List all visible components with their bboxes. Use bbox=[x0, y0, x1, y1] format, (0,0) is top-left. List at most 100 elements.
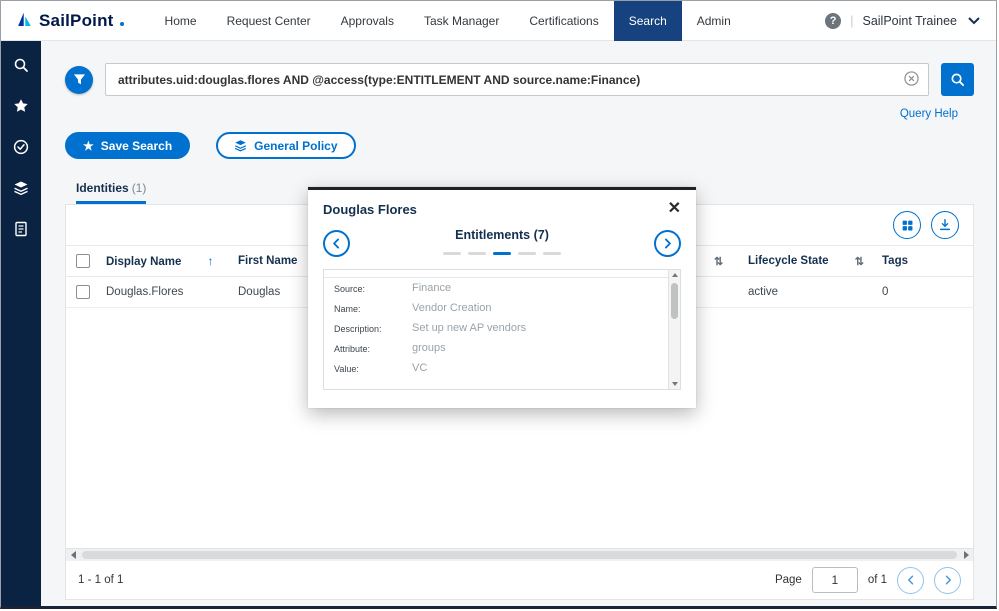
vertical-scrollbar[interactable] bbox=[668, 270, 680, 389]
divider: | bbox=[850, 13, 853, 28]
main-content: Query Help ★ Save Search General Policy … bbox=[41, 41, 996, 606]
chevron-right-icon bbox=[942, 574, 954, 586]
sort-asc-icon[interactable]: ↑ bbox=[207, 254, 213, 268]
save-search-label: Save Search bbox=[101, 139, 172, 153]
nav-item-approvals[interactable]: Approvals bbox=[326, 1, 409, 41]
filter-button[interactable] bbox=[65, 66, 93, 94]
horizontal-scrollbar[interactable] bbox=[66, 548, 973, 561]
col-first-name[interactable]: First Name bbox=[238, 255, 297, 267]
chevron-left-icon bbox=[330, 237, 343, 250]
download-icon bbox=[938, 218, 952, 232]
search-submit-button[interactable] bbox=[941, 63, 974, 96]
field-label: Description: bbox=[334, 322, 412, 334]
col-lifecycle-state[interactable]: Lifecycle State bbox=[748, 255, 829, 267]
field-attribute: Attribute: groups bbox=[334, 342, 654, 354]
scroll-left-icon[interactable] bbox=[66, 549, 80, 561]
user-menu-label[interactable]: SailPoint Trainee bbox=[862, 14, 957, 28]
report-icon[interactable] bbox=[13, 220, 30, 237]
identity-detail-modal: Douglas Flores ✕ Entitlements (7) bbox=[308, 187, 696, 408]
search-input-wrap bbox=[105, 63, 929, 96]
nav-item-request-center[interactable]: Request Center bbox=[212, 1, 326, 41]
sort-icon[interactable]: ⇅ bbox=[855, 255, 864, 268]
carousel-prev-button[interactable] bbox=[323, 230, 350, 257]
field-name: Name: Vendor Creation bbox=[334, 302, 654, 314]
user-area: ? | SailPoint Trainee bbox=[825, 13, 996, 29]
tab-identities[interactable]: Identities(1) bbox=[76, 181, 146, 204]
modal-header: Douglas Flores ✕ bbox=[323, 201, 681, 217]
funnel-icon bbox=[73, 73, 86, 86]
field-value: groups bbox=[412, 342, 446, 354]
page-of-label: of 1 bbox=[868, 574, 887, 586]
carousel-dot-active[interactable] bbox=[493, 252, 511, 255]
scroll-down-icon[interactable] bbox=[672, 382, 678, 386]
scroll-up-icon[interactable] bbox=[672, 273, 678, 277]
vertical-scroll-thumb[interactable] bbox=[671, 283, 678, 319]
sort-icon[interactable]: ⇅ bbox=[714, 256, 723, 268]
carousel-dot[interactable] bbox=[543, 252, 561, 255]
chevron-down-icon[interactable] bbox=[968, 17, 980, 25]
nav-item-task-manager[interactable]: Task Manager bbox=[409, 1, 514, 41]
app-window: SailPoint Home Request Center Approvals … bbox=[0, 0, 997, 609]
horizontal-scroll-thumb[interactable] bbox=[82, 551, 957, 559]
nav-item-admin[interactable]: Admin bbox=[682, 1, 746, 41]
section-title: Entitlements (7) bbox=[455, 228, 549, 242]
result-range: 1 - 1 of 1 bbox=[78, 574, 123, 586]
clear-search-icon[interactable] bbox=[904, 71, 919, 91]
save-search-button[interactable]: ★ Save Search bbox=[65, 132, 190, 159]
download-button[interactable] bbox=[931, 211, 959, 239]
logo-dot bbox=[120, 22, 124, 26]
magnifier-icon bbox=[950, 72, 965, 87]
star-icon[interactable] bbox=[13, 97, 30, 114]
field-label: Value: bbox=[334, 362, 412, 374]
columns-button[interactable] bbox=[893, 211, 921, 239]
field-label: Name: bbox=[334, 302, 412, 314]
layers-icon[interactable] bbox=[13, 179, 30, 196]
chevron-left-icon bbox=[905, 574, 917, 586]
table-footer: 1 - 1 of 1 Page of 1 bbox=[66, 561, 973, 599]
carousel-dot[interactable] bbox=[468, 252, 486, 255]
chevron-right-icon bbox=[661, 237, 674, 250]
select-all-checkbox[interactable] bbox=[76, 254, 90, 268]
next-page-button[interactable] bbox=[934, 567, 961, 594]
general-policy-label: General Policy bbox=[254, 139, 337, 153]
row-checkbox[interactable] bbox=[76, 285, 90, 299]
field-value: Vendor Creation bbox=[412, 302, 492, 314]
main-nav: Home Request Center Approvals Task Manag… bbox=[150, 1, 746, 41]
prev-page-button[interactable] bbox=[897, 567, 924, 594]
field-value: Finance bbox=[412, 282, 451, 294]
search-bar bbox=[65, 63, 974, 96]
carousel-next-button[interactable] bbox=[654, 230, 681, 257]
sailpoint-logo[interactable]: SailPoint bbox=[15, 11, 124, 31]
nav-item-search[interactable]: Search bbox=[614, 1, 682, 41]
pager: Page of 1 bbox=[775, 567, 961, 594]
nav-item-home[interactable]: Home bbox=[150, 1, 212, 41]
top-navbar: SailPoint Home Request Center Approvals … bbox=[1, 1, 996, 41]
search-input[interactable] bbox=[105, 63, 929, 96]
search-icon[interactable] bbox=[13, 56, 30, 73]
col-tags[interactable]: Tags bbox=[882, 255, 908, 267]
col-display-name[interactable]: Display Name bbox=[106, 256, 181, 268]
columns-icon bbox=[901, 219, 914, 232]
carousel-dot[interactable] bbox=[518, 252, 536, 255]
page-label: Page bbox=[775, 574, 802, 586]
cell-tags: 0 bbox=[876, 277, 973, 308]
close-icon[interactable]: ✕ bbox=[668, 201, 681, 217]
general-policy-button[interactable]: General Policy bbox=[216, 132, 355, 159]
help-icon[interactable]: ? bbox=[825, 13, 841, 29]
query-help-link[interactable]: Query Help bbox=[900, 108, 958, 120]
action-row: ★ Save Search General Policy bbox=[65, 132, 974, 159]
field-label: Attribute: bbox=[334, 342, 412, 354]
nav-item-certifications[interactable]: Certifications bbox=[514, 1, 613, 41]
scroll-right-icon[interactable] bbox=[959, 549, 973, 561]
certifications-icon[interactable] bbox=[13, 138, 30, 155]
carousel-dot[interactable] bbox=[443, 252, 461, 255]
field-value: VC bbox=[412, 362, 427, 374]
cell-hidden bbox=[708, 277, 742, 308]
cell-display-name: Douglas.Flores bbox=[100, 277, 232, 308]
sail-icon bbox=[15, 11, 34, 30]
modal-title: Douglas Flores bbox=[323, 202, 417, 217]
field-value-row: Value: VC bbox=[334, 362, 654, 374]
layers-icon bbox=[234, 139, 247, 152]
page-number-input[interactable] bbox=[812, 567, 858, 593]
tab-identities-count: (1) bbox=[132, 181, 147, 195]
